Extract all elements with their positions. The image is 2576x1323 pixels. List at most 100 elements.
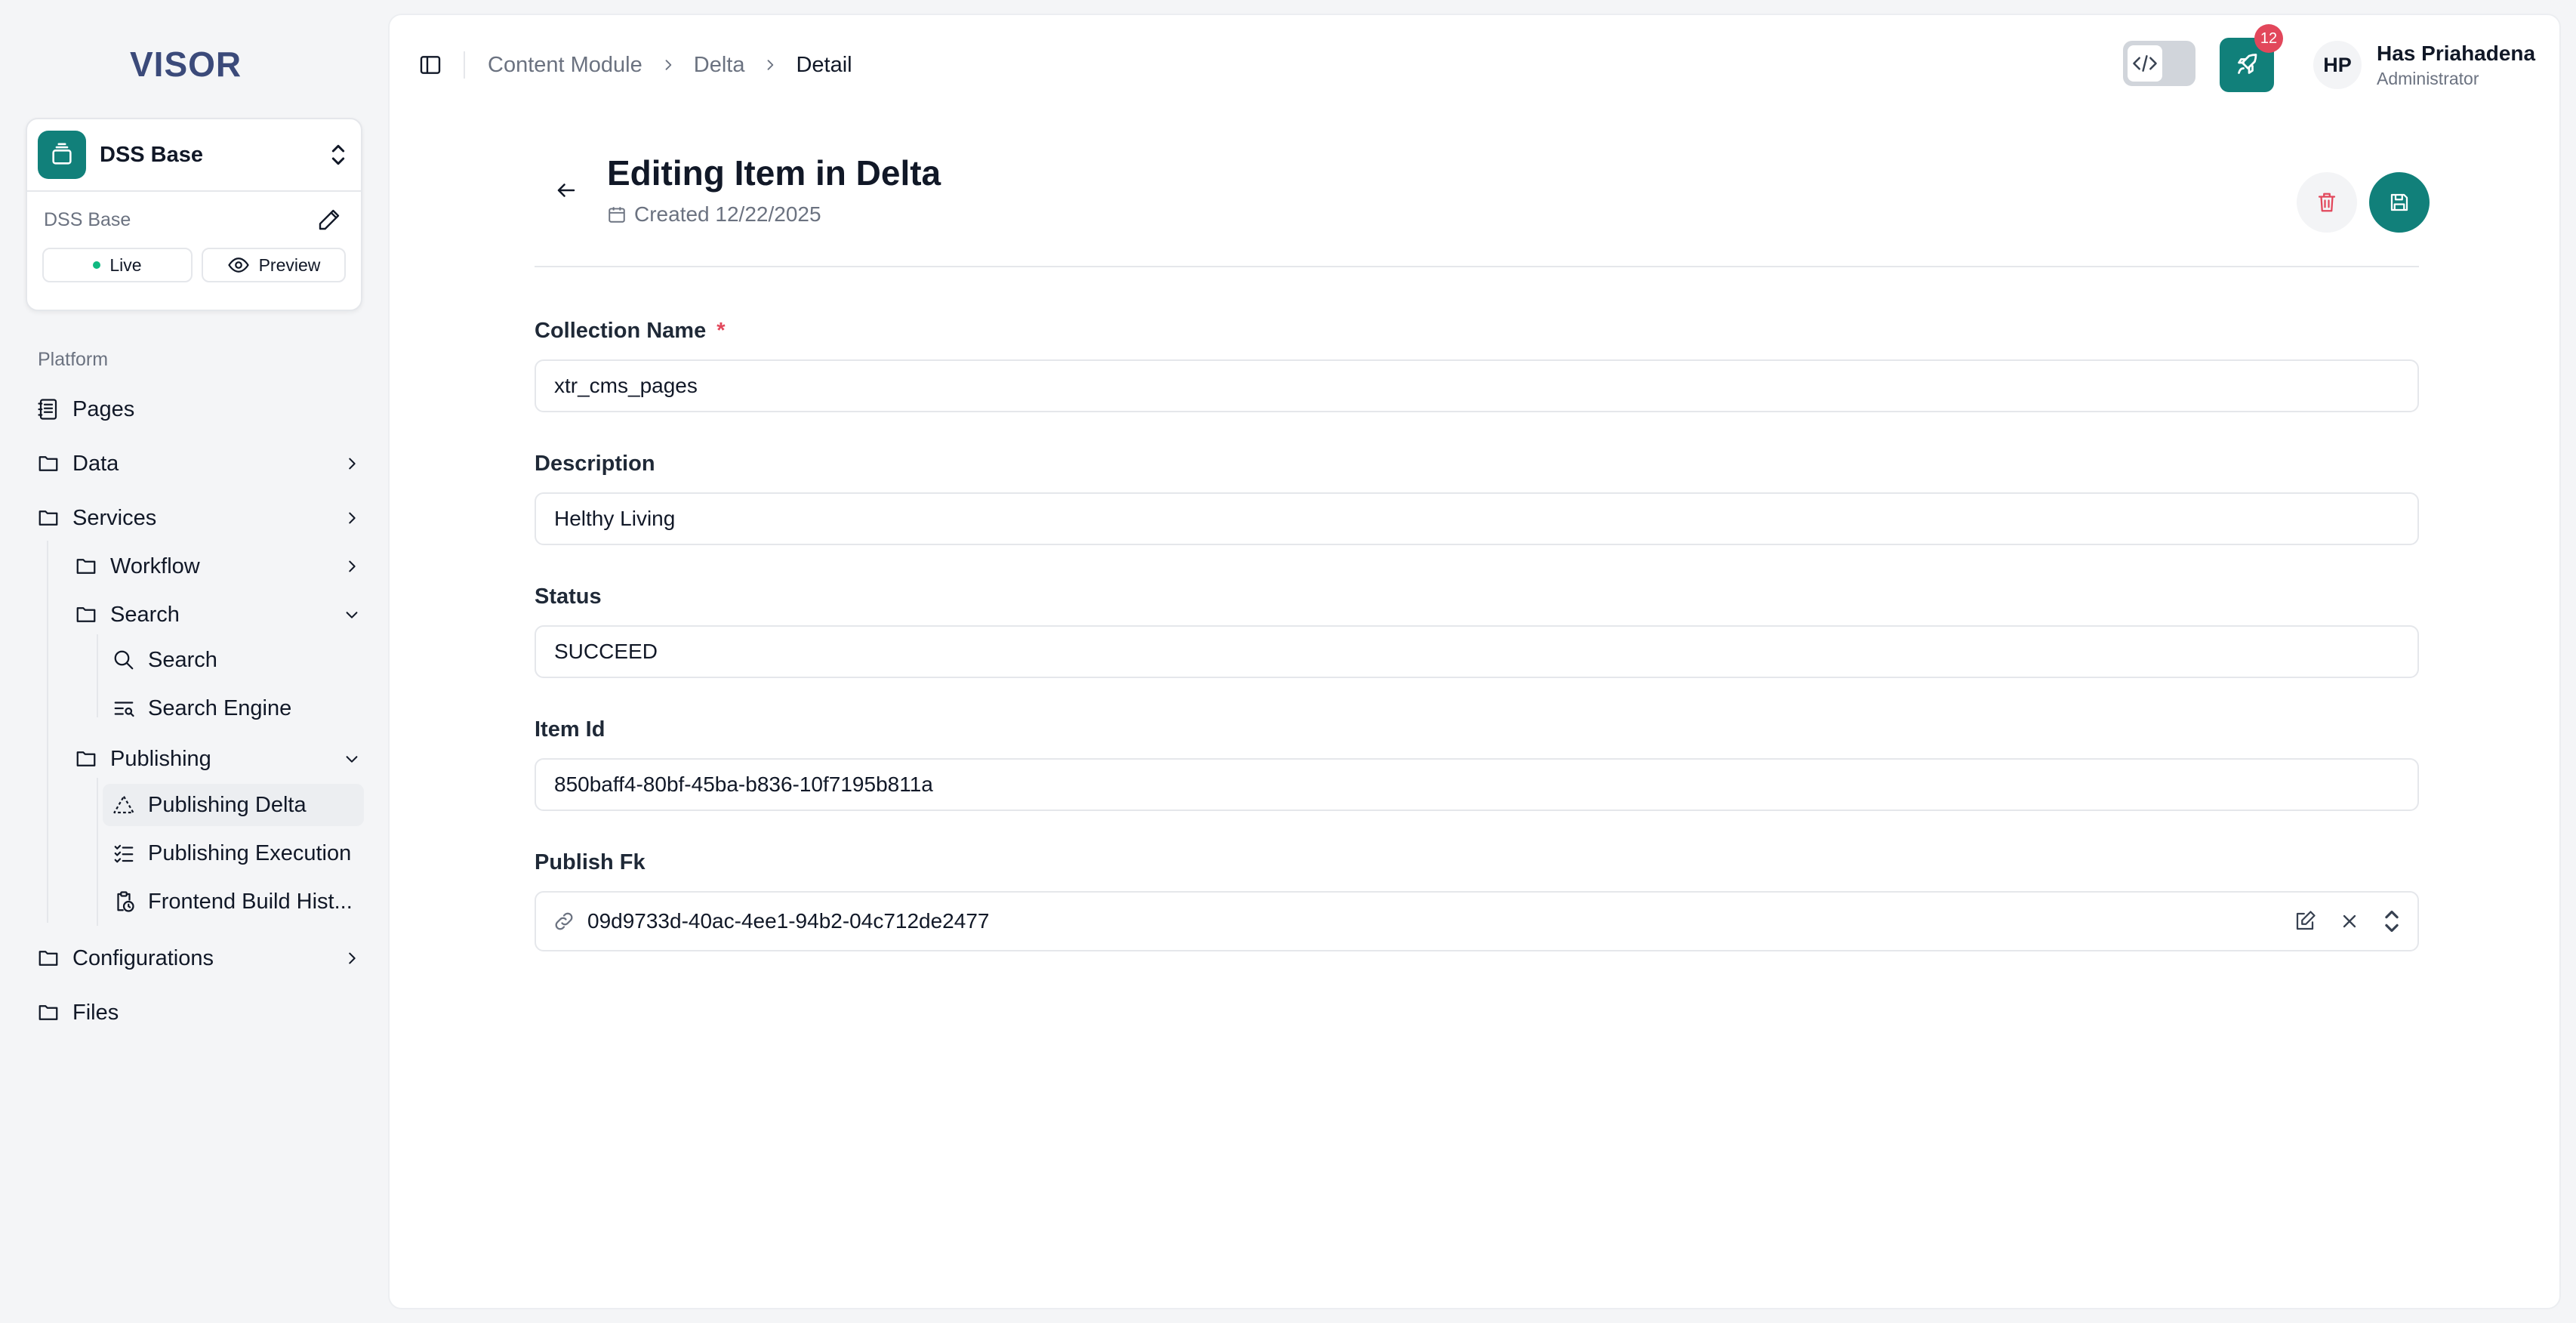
chevron-right-icon [661,57,676,72]
edit-site-button[interactable] [314,205,344,235]
layers-icon [38,131,86,179]
sidebar-item-label: Publishing Delta [148,792,307,817]
collection-name-label-text: Collection Name [535,319,707,343]
folder-icon [72,553,100,580]
sidebar-item-files[interactable]: Files [35,991,364,1034]
breadcrumb: Content Module Delta Detail [488,50,852,80]
sidebar-item-configurations[interactable]: Configurations [35,937,364,979]
sidebar-item-label: Data [72,451,119,476]
search-icon [110,646,137,674]
clipboard-clock-icon [110,888,137,915]
trash-icon [2318,193,2336,212]
publish-fk-value: 09d9733d-40ac-4ee1-94b2-04c712de2477 [587,909,990,933]
pages-icon [35,396,62,423]
chevrons-up-down-icon[interactable] [2383,909,2401,933]
list-checks-icon [110,840,137,867]
back-button[interactable] [550,174,583,207]
collection-name-label: Collection Name * [535,319,726,344]
chevron-right-icon [763,57,778,72]
created-date-text: Created 12/22/2025 [634,202,821,226]
eye-icon [227,254,250,276]
sidebar-item-search-group[interactable]: Search [72,594,364,636]
clear-icon[interactable] [2339,911,2360,932]
folder-icon [72,601,100,628]
live-button[interactable]: Live [42,248,193,282]
description-value: Helthy Living [554,507,676,530]
arrow-left-icon [557,183,575,197]
sidebar-item-pages[interactable]: Pages [35,388,364,430]
sidebar-item-label: Pages [72,396,135,421]
header-divider [535,266,2419,267]
sidebar-item-services[interactable]: Services [35,497,364,539]
sidebar-item-label: Search [110,602,180,627]
folder-icon [72,745,100,773]
delete-button[interactable] [2297,172,2357,233]
site-switcher-card: DSS Base DSS Base Live Preview [26,118,362,311]
preview-label: Preview [258,254,321,275]
site-switcher[interactable]: DSS Base [27,119,361,192]
sidebar-item-label: Files [72,1000,119,1025]
created-date: Created 12/22/2025 [607,202,821,227]
main-panel: Content Module Delta Detail 12 HP Has Pr… [388,14,2561,1309]
publish-fk-field[interactable]: 09d9733d-40ac-4ee1-94b2-04c712de2477 [535,891,2419,951]
tree-line-services [47,541,48,923]
sidebar-item-search[interactable]: Search [110,639,364,681]
status-field[interactable]: SUCCEED [535,625,2419,678]
sidebar-item-label: Publishing [110,746,211,771]
svg-text:VISOR: VISOR [130,45,242,82]
triangle-dashed-icon [110,791,137,819]
edit-relation-icon[interactable] [2294,910,2316,933]
folder-icon [35,999,62,1026]
collection-name-value: xtr_cms_pages [554,374,698,397]
sidebar-item-label: Configurations [72,945,214,970]
notification-badge: 12 [2254,24,2283,53]
tree-line-publishing [97,778,98,926]
sidebar-item-publishing-delta[interactable]: Publishing Delta [103,784,364,826]
item-id-value: 850baff4-80bf-45ba-b836-10f7195b811a [554,773,933,796]
topbar-divider [464,51,465,79]
folder-icon [35,450,62,477]
description-field[interactable]: Helthy Living [535,492,2419,545]
sidebar-item-workflow[interactable]: Workflow [72,545,364,587]
save-button[interactable] [2369,172,2430,233]
sidebar-item-frontend-build-history[interactable]: Frontend Build Hist... [110,880,364,923]
publish-fk-label: Publish Fk [535,850,646,874]
publish-rocket-button[interactable]: 12 [2220,24,2283,92]
chevrons-up-down-icon [326,140,350,170]
avatar: HP [2313,41,2362,89]
top-bar: Content Module Delta Detail 12 HP Has Pr… [390,15,2559,113]
sidebar-item-publishing[interactable]: Publishing [72,738,364,780]
site-name: DSS Base [100,142,204,167]
sidebar-item-publishing-execution[interactable]: Publishing Execution [110,832,364,874]
sidebar-item-label: Frontend Build Hist... [148,889,353,914]
sidebar-item-search-engine[interactable]: Search Engine [110,687,364,729]
rocket-icon [2238,54,2257,74]
sidebar-item-label: Search Engine [148,695,292,720]
chevron-right-icon [340,452,364,476]
breadcrumb-delta[interactable]: Delta [694,53,745,78]
calendar-icon [607,205,627,224]
status-value: SUCCEED [554,640,658,663]
required-marker: * [716,319,726,343]
live-status-dot [93,261,101,269]
code-view-toggle[interactable] [2123,41,2195,86]
sidebar-item-label: Search [148,647,217,672]
link-icon [553,910,575,933]
site-sub-label: DSS Base [44,208,131,230]
breadcrumb-content-module[interactable]: Content Module [488,53,642,78]
pencil-icon [319,209,340,230]
sidebar-item-data[interactable]: Data [35,443,364,485]
collection-name-field[interactable]: xtr_cms_pages [535,359,2419,412]
folder-icon [35,504,62,532]
user-name: Has Priahadena [2377,41,2536,65]
status-label: Status [535,584,602,609]
preview-button[interactable]: Preview [201,248,346,282]
item-id-field[interactable]: 850baff4-80bf-45ba-b836-10f7195b811a [535,758,2419,811]
sidebar-toggle-button[interactable] [415,50,445,80]
panel-left-icon [420,56,441,74]
chevron-down-icon [340,603,364,627]
user-menu[interactable]: HP Has Priahadena Administrator [2313,41,2535,89]
sidebar-item-label: Publishing Execution [148,840,352,865]
visor-logo[interactable]: VISOR [130,42,260,85]
description-label: Description [535,452,655,476]
